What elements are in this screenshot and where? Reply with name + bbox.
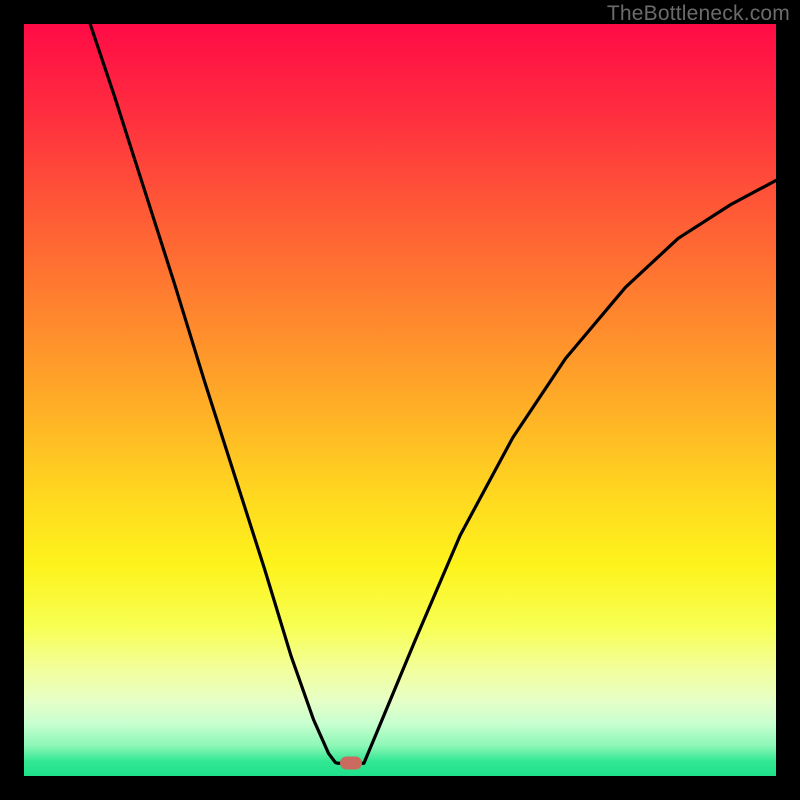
chart-frame: TheBottleneck.com bbox=[0, 0, 800, 800]
watermark-text: TheBottleneck.com bbox=[607, 2, 790, 26]
bottleneck-curve bbox=[90, 24, 776, 763]
plot-area bbox=[24, 24, 776, 776]
minimum-marker bbox=[340, 757, 362, 770]
curve-layer bbox=[24, 24, 776, 776]
